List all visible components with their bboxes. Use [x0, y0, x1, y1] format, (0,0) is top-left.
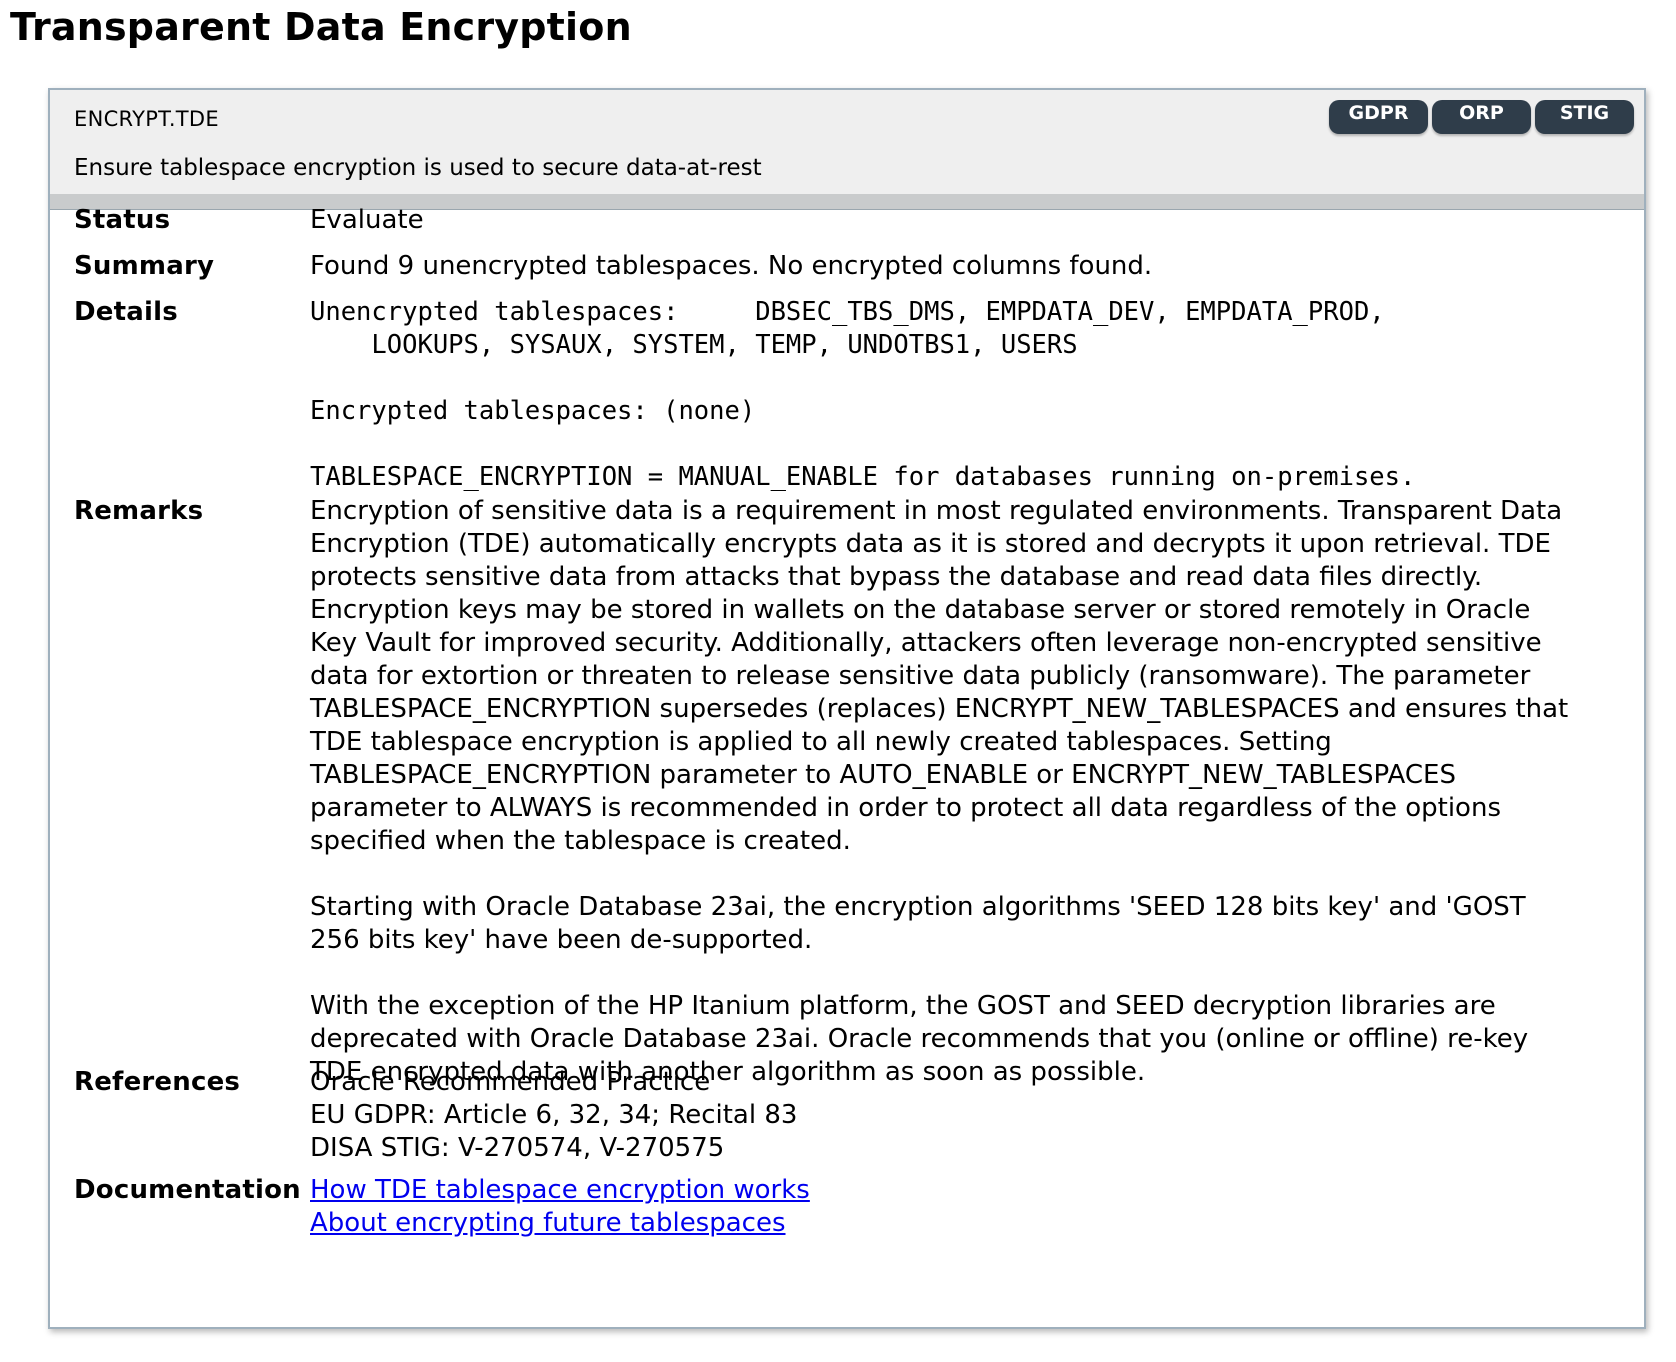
summary-value: Found 9 unencrypted tablespaces. No encr… — [310, 251, 1153, 281]
remarks-line: Encryption keys may be stored in wallets… — [310, 595, 1531, 625]
reference-item: EU GDPR: Article 6, 32, 34; Recital 83 — [310, 1100, 798, 1130]
rule-id: ENCRYPT.TDE — [74, 107, 219, 131]
remarks-line: 256 bits key' have been de-supported. — [310, 925, 813, 955]
remarks-line: TABLESPACE_ENCRYPTION supersedes (replac… — [310, 694, 1569, 724]
remarks-paragraph-2: Starting with Oracle Database 23ai, the … — [310, 891, 1630, 957]
remarks-line: Starting with Oracle Database 23ai, the … — [310, 892, 1526, 922]
remarks-line: Key Vault for improved security. Additio… — [310, 628, 1542, 658]
references-label: References — [74, 1067, 241, 1097]
remarks-line: Encryption (TDE) automatically encrypts … — [310, 529, 1551, 559]
doc-link-tde-tablespace-encryption[interactable]: How TDE tablespace encryption works — [310, 1174, 1630, 1207]
remarks-line: TABLESPACE_ENCRYPTION parameter to AUTO_… — [310, 760, 1456, 790]
reference-item: DISA STIG: V-270574, V-270575 — [310, 1133, 725, 1163]
details-line: Encrypted tablespaces: (none) — [310, 396, 756, 426]
page-title: Transparent Data Encryption — [10, 5, 632, 49]
remarks-line: parameter to ALWAYS is recommended in or… — [310, 793, 1501, 823]
details-label: Details — [74, 297, 178, 327]
reference-item: Oracle Recommended Practice — [310, 1067, 711, 1097]
gdpr-badge[interactable]: GDPR — [1329, 100, 1428, 134]
doc-link-encrypting-future-tablespaces[interactable]: About encrypting future tablespaces — [310, 1207, 1630, 1240]
references-value: Oracle Recommended Practice EU GDPR: Art… — [310, 1066, 1630, 1165]
rule-card: ENCRYPT.TDE Ensure tablespace encryption… — [48, 88, 1646, 1329]
remarks-line: data for extortion or threaten to releas… — [310, 661, 1531, 691]
remarks-line: Encryption of sensitive data is a requir… — [310, 496, 1563, 526]
details-line: TABLESPACE_ENCRYPTION = MANUAL_ENABLE fo… — [310, 462, 1416, 492]
remarks-line: deprecated with Oracle Database 23ai. Or… — [310, 1024, 1529, 1054]
details-line: Unencrypted tablespaces: DBSEC_TBS_DMS, … — [310, 297, 1385, 327]
status-label: Status — [74, 205, 171, 235]
remarks-line: With the exception of the HP Itanium pla… — [310, 991, 1496, 1021]
rule-description: Ensure tablespace encryption is used to … — [74, 155, 762, 181]
remarks-paragraph-1: Encryption of sensitive data is a requir… — [310, 495, 1630, 858]
orp-badge[interactable]: ORP — [1432, 100, 1531, 134]
details-line: LOOKUPS, SYSAUX, SYSTEM, TEMP, UNDOTBS1,… — [310, 330, 1078, 360]
remarks-line: specified when the tablespace is created… — [310, 826, 851, 856]
remarks-label: Remarks — [74, 496, 204, 526]
stig-badge[interactable]: STIG — [1535, 100, 1634, 134]
remarks-value: Encryption of sensitive data is a requir… — [310, 495, 1630, 1089]
remarks-line: TDE tablespace encryption is applied to … — [310, 727, 1332, 757]
documentation-value: How TDE tablespace encryption works Abou… — [310, 1174, 1630, 1240]
documentation-label: Documentation — [74, 1175, 301, 1205]
summary-label: Summary — [74, 251, 215, 281]
rule-card-header: ENCRYPT.TDE Ensure tablespace encryption… — [50, 90, 1644, 194]
remarks-line: protects sensitive data from attacks tha… — [310, 562, 1483, 592]
details-value: Unencrypted tablespaces: DBSEC_TBS_DMS, … — [310, 296, 1630, 494]
badge-group: GDPR ORP STIG — [1329, 100, 1634, 134]
status-value: Evaluate — [310, 205, 424, 235]
